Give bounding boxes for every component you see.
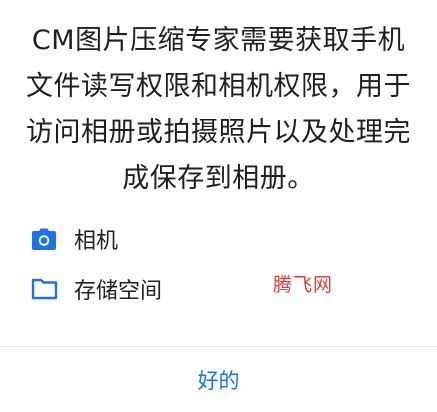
permission-dialog: CM图片压缩专家需要获取手机文件读写权限和相机权限，用于访问相册或拍摄照片以及处… [0,0,437,412]
permission-label-camera: 相机 [74,229,119,254]
permission-item-storage: 存储空间 [30,267,410,311]
watermark-text: 腾飞网 [273,274,334,296]
folder-icon [30,275,58,303]
permission-item-camera: 相机 [30,217,410,261]
permission-message: CM图片压缩专家需要获取手机文件读写权限和相机权限，用于访问相册或拍摄照片以及处… [26,25,411,194]
camera-icon [30,225,58,253]
permission-label-storage: 存储空间 [74,279,163,304]
ok-button[interactable]: 好的 [0,347,437,412]
permission-list: 相机 存储空间 [30,217,410,317]
